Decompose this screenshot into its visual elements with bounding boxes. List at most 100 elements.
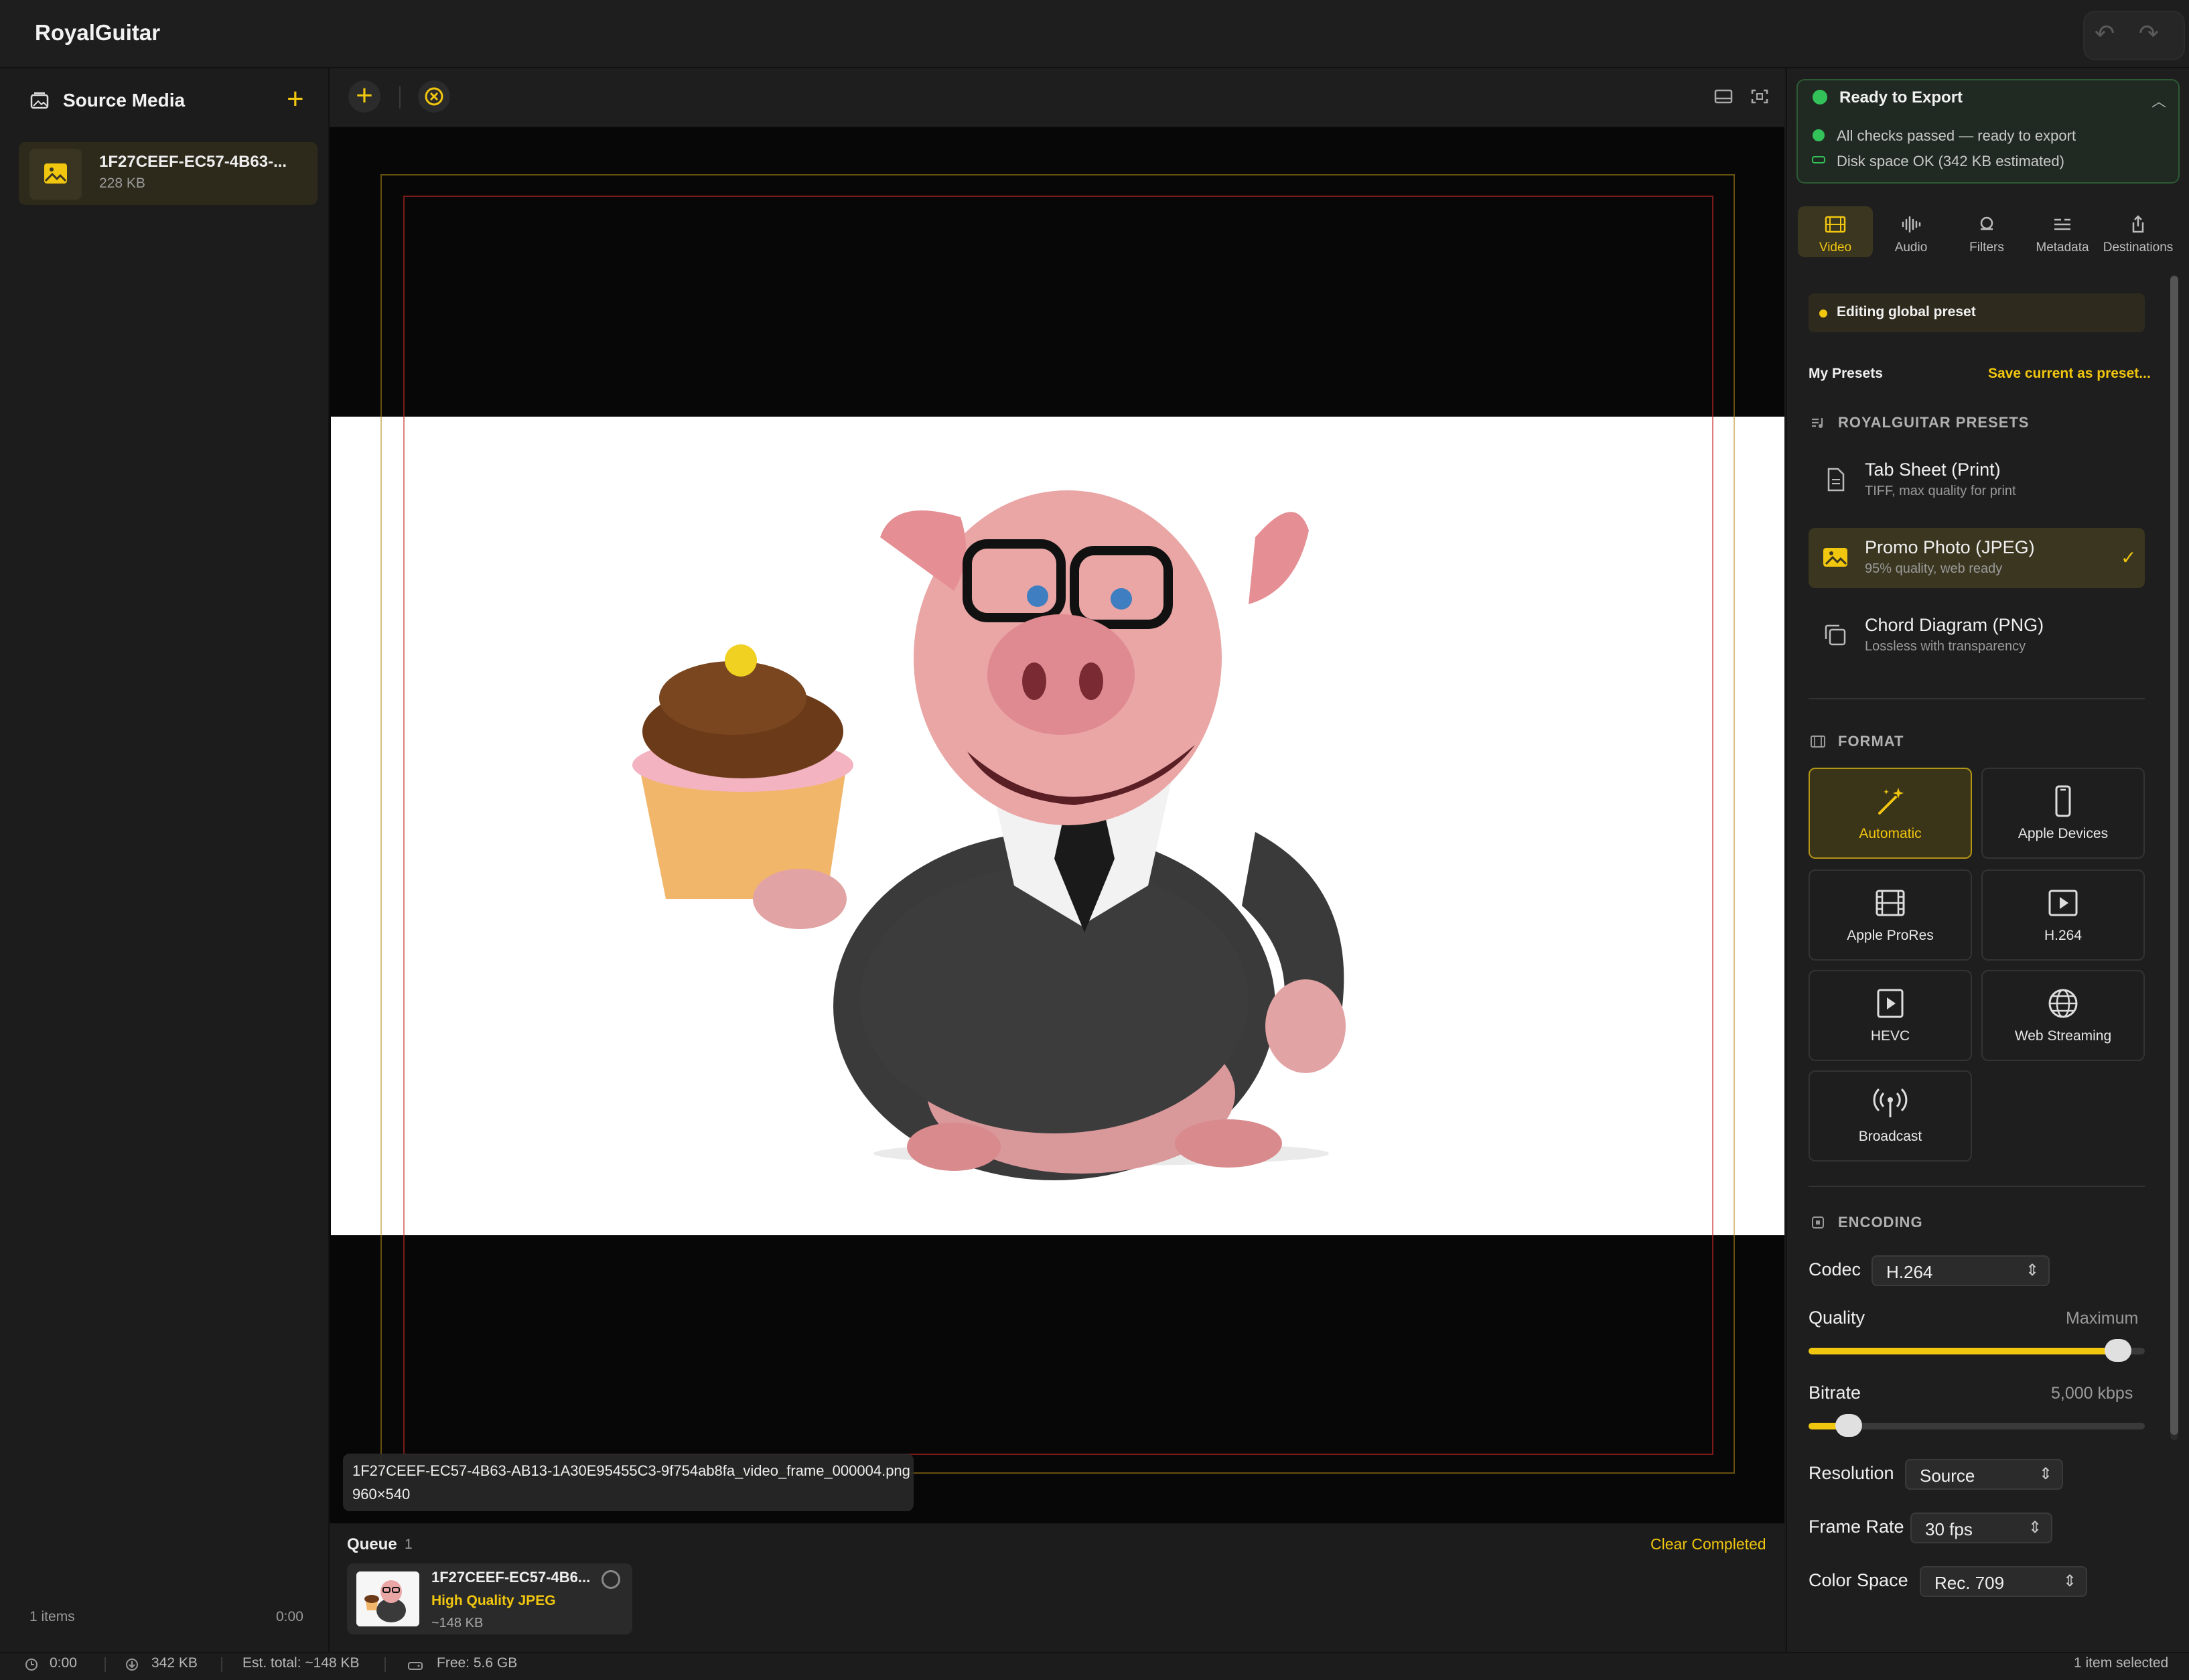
disk-icon: [1812, 156, 1825, 163]
undo-icon[interactable]: ↶: [2091, 20, 2118, 47]
quality-value: Maximum: [2066, 1309, 2139, 1328]
status-selection: 1 item selected: [2074, 1655, 2169, 1671]
magic-wand-icon: [1878, 788, 1904, 815]
frame-rate-value: 30 fps: [1925, 1519, 1973, 1539]
tab-label: Destinations: [2103, 240, 2174, 255]
editing-banner-text: Editing global preset: [1837, 304, 1976, 320]
globe-icon: [2048, 989, 2078, 1018]
photo-stack-icon: [30, 92, 49, 109]
tab-audio[interactable]: Audio: [1874, 206, 1949, 257]
section-divider: [1809, 698, 2145, 699]
disk-icon: [408, 1662, 423, 1670]
pig-thumbnail-image: [356, 1571, 419, 1626]
queue-item-status-icon[interactable]: [602, 1570, 620, 1589]
chevron-updown-icon: ⇕: [2028, 1519, 2042, 1537]
add-media-button[interactable]: +: [287, 84, 304, 114]
format-automatic[interactable]: Automatic: [1809, 768, 1972, 859]
status-divider: [384, 1657, 386, 1672]
tab-video[interactable]: Video: [1798, 206, 1873, 257]
redo-icon[interactable]: ↷: [2135, 20, 2162, 47]
format-hevc[interactable]: HEVC: [1809, 970, 1972, 1061]
status-size: 342 KB: [151, 1655, 198, 1671]
color-space-label: Color Space: [1809, 1570, 1908, 1590]
iphone-icon: [2055, 785, 2071, 817]
chip-icon: [1812, 1216, 1824, 1229]
inspector-scrollbar-thumb[interactable]: [2170, 276, 2178, 1435]
sidebar: [0, 68, 330, 1652]
waveform-icon: [1902, 216, 1921, 233]
photo-icon: [1823, 548, 1847, 567]
filters-icon: [1980, 216, 1993, 230]
close-circle-icon: [425, 87, 443, 106]
preset-name: Chord Diagram (PNG): [1865, 615, 2044, 635]
queue-item-size: ~148 KB: [431, 1616, 484, 1630]
preset-name: Promo Photo (JPEG): [1865, 537, 2035, 557]
frame-rate-select[interactable]: 30 fps ⇕: [1910, 1513, 2052, 1543]
queue-item-thumbnail: [356, 1571, 419, 1626]
codec-value: H.264: [1886, 1262, 1933, 1282]
resolution-value: Source: [1920, 1466, 1975, 1486]
tab-destinations[interactable]: Destinations: [2101, 206, 2176, 257]
checkmark-icon: ✓: [2121, 547, 2137, 568]
clock-icon: [25, 1659, 38, 1671]
bitrate-label: Bitrate: [1809, 1383, 1861, 1403]
add-button[interactable]: +: [348, 80, 380, 113]
format-section-title: FORMAT: [1838, 733, 1904, 750]
sidebar-item-count: 1 items: [29, 1609, 75, 1624]
queue-item-name: 1F27CEEF-EC57-4B6...: [431, 1569, 591, 1586]
codec-label: Codec: [1809, 1259, 1861, 1279]
media-thumbnail: [29, 149, 82, 200]
photo-icon: [44, 163, 67, 184]
status-dot: [1819, 309, 1827, 318]
play-icon: [2048, 890, 2078, 916]
queue-count: 1: [405, 1537, 413, 1552]
tab-label: Audio: [1894, 240, 1928, 255]
color-space-value: Rec. 709: [1934, 1573, 2005, 1593]
layers-icon: [1825, 624, 1846, 646]
clear-button[interactable]: [418, 80, 450, 113]
tab-filters[interactable]: Filters: [1949, 206, 2024, 257]
sidebar-title: Source Media: [63, 90, 186, 111]
section-divider: [1809, 1186, 2145, 1187]
tab-metadata[interactable]: Metadata: [2025, 206, 2100, 257]
canvas-toolbar: [330, 68, 1784, 126]
check-circle-icon: [1813, 90, 1827, 104]
resolution-select[interactable]: Source ⇕: [1905, 1459, 2063, 1490]
file-info-dimensions: 960×540: [352, 1486, 411, 1502]
export-check-line: Disk space OK (342 KB estimated): [1837, 153, 2064, 169]
preset-description: 95% quality, web ready: [1865, 561, 2003, 576]
my-presets-label: My Presets: [1809, 366, 1883, 381]
clear-completed-button[interactable]: Clear Completed: [1650, 1535, 1766, 1553]
tab-label: Filters: [1969, 240, 2004, 255]
format-h264[interactable]: H.264: [1981, 869, 2145, 961]
frame-rate-label: Frame Rate: [1809, 1517, 1904, 1537]
panel-toggle-icon[interactable]: [1713, 87, 1734, 106]
fit-screen-icon[interactable]: [1750, 87, 1770, 106]
color-space-select[interactable]: Rec. 709 ⇕: [1920, 1566, 2087, 1597]
format-label: H.264: [2044, 928, 2082, 943]
preset-description: TIFF, max quality for print: [1865, 484, 2016, 498]
quality-slider-knob[interactable]: [2105, 1339, 2131, 1362]
quality-slider-fill: [1809, 1348, 2118, 1354]
metadata-icon: [2054, 218, 2070, 230]
preset-description: Lossless with transparency: [1865, 639, 2026, 654]
bitrate-value: 5,000 kbps: [2051, 1384, 2133, 1403]
film-strip-icon: [1876, 890, 1905, 916]
format-apple-prores[interactable]: Apple ProRes: [1809, 869, 1972, 961]
codec-select[interactable]: H.264 ⇕: [1872, 1255, 2050, 1286]
app-title: RoyalGuitar: [35, 20, 161, 45]
format-label: Broadcast: [1858, 1129, 1922, 1144]
sidebar-total-time: 0:00: [276, 1609, 303, 1624]
quality-label: Quality: [1809, 1308, 1865, 1328]
chevron-up-icon[interactable]: ︿: [2151, 90, 2166, 111]
format-apple-devices[interactable]: Apple Devices: [1981, 768, 2145, 859]
format-broadcast[interactable]: Broadcast: [1809, 1070, 1972, 1162]
toolbar-divider: [399, 86, 401, 109]
save-preset-link[interactable]: Save current as preset...: [1988, 366, 2151, 382]
queue-item-preset: High Quality JPEG: [431, 1593, 556, 1608]
format-label: HEVC: [1870, 1028, 1910, 1044]
format-web-streaming[interactable]: Web Streaming: [1981, 970, 2145, 1061]
document-icon: [1827, 468, 1845, 492]
bitrate-slider-knob[interactable]: [1835, 1414, 1862, 1437]
tab-label: Metadata: [2036, 240, 2089, 255]
